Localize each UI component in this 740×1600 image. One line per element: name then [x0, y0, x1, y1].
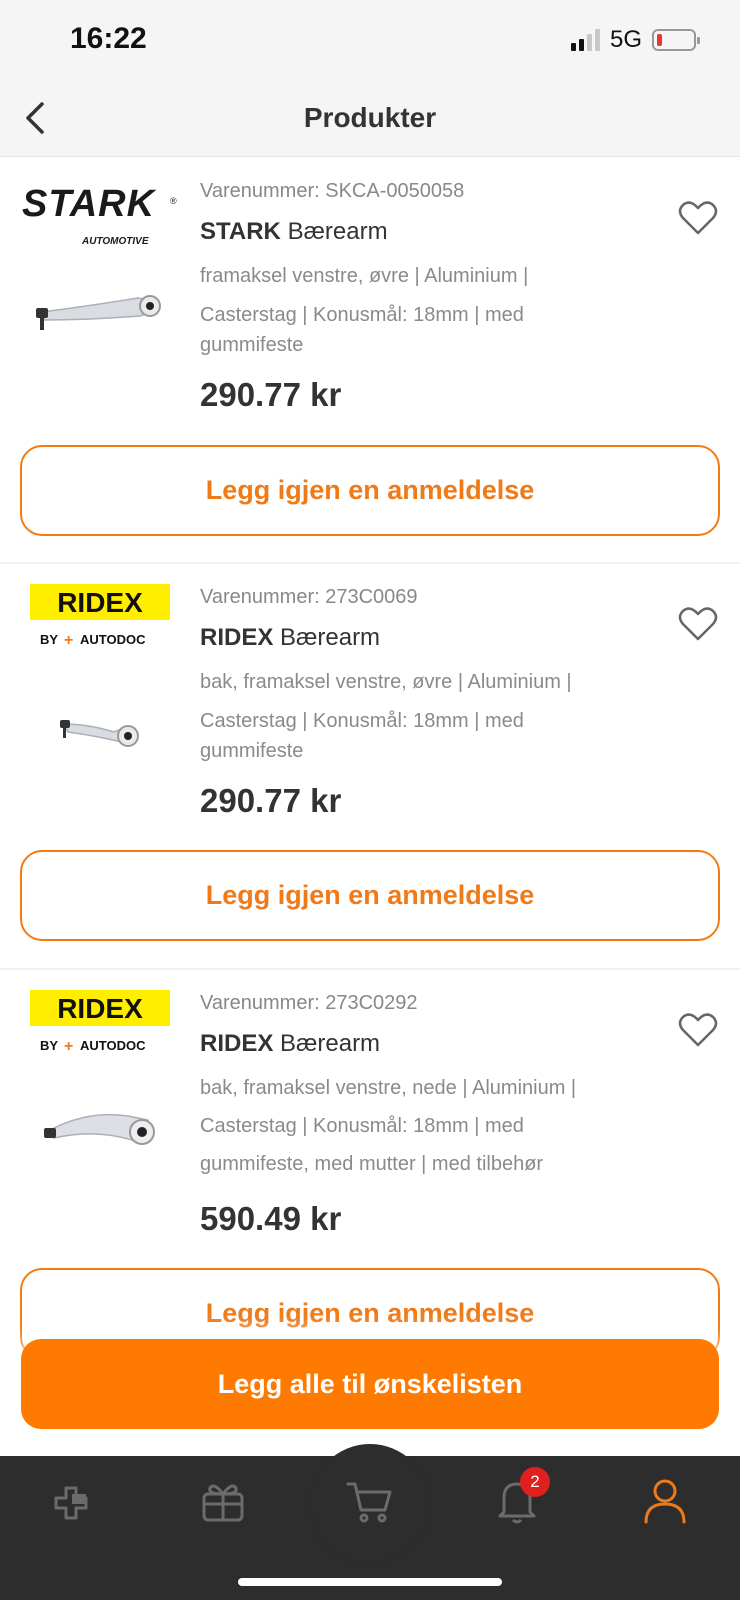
svg-text:AUTOMOTIVE: AUTOMOTIVE — [81, 236, 149, 246]
product-brand: STARK — [200, 218, 281, 245]
product-brand: RIDEX — [200, 1030, 274, 1057]
svg-text:AUTODOC: AUTODOC — [80, 632, 146, 647]
status-indicators: 5G — [570, 26, 700, 54]
stark-logo: STARK ® AUTOMOTIVE — [20, 176, 180, 247]
article-number: Varenummer: 273C0069 — [200, 586, 418, 608]
product-name[interactable]: RIDEX Bærearm — [200, 624, 640, 656]
page-title: Produkter — [303, 102, 437, 133]
product-price: 590.49 kr — [200, 1200, 342, 1237]
heart-icon — [678, 201, 718, 235]
heart-icon — [678, 1013, 718, 1047]
svg-text:STARK: STARK — [22, 183, 157, 225]
description-line: Casterstag | Konusmål: 18mm | med — [200, 1115, 524, 1137]
svg-text:AUTODOC: AUTODOC — [80, 1038, 146, 1053]
product-name[interactable]: STARK Bærearm — [200, 218, 640, 250]
svg-text:+: + — [64, 1038, 73, 1055]
notification-badge: 2 — [520, 1467, 550, 1497]
product-description: bak, framaksel venstre, nede | Aluminium… — [200, 1070, 640, 1182]
product-description: framaksel venstre, øvre | Aluminium | Ca… — [200, 258, 640, 360]
description-line: gummifeste — [200, 334, 304, 356]
leave-review-button[interactable]: Legg igjen en anmeldelse — [20, 850, 720, 941]
ridex-logo: RIDEX BY + AUTODOC — [20, 990, 180, 1060]
product-info: Varenummer: 273C0292 RIDEX Bærearm bak, … — [200, 992, 640, 1182]
product-description: bak, framaksel venstre, øvre | Aluminium… — [200, 664, 640, 766]
product-image[interactable] — [28, 276, 168, 346]
svg-text:RIDEX: RIDEX — [57, 993, 143, 1024]
description-line: Casterstag | Konusmål: 18mm | med — [200, 304, 524, 326]
leave-review-button[interactable]: Legg igjen en anmeldelse — [20, 445, 720, 536]
wishlist-heart-button[interactable] — [678, 1012, 718, 1048]
product-card: RIDEX BY + AUTODOC Varenummer: 273C0292 … — [0, 970, 740, 1359]
description-line: gummifeste, med mutter | med tilbehør — [200, 1153, 544, 1175]
description-line: bak, framaksel venstre, øvre | Aluminium… — [200, 671, 572, 693]
network-type: 5G — [609, 26, 642, 53]
catalog-icon — [54, 1486, 88, 1520]
tab-catalog[interactable] — [50, 1476, 100, 1526]
article-number: Varenummer: 273C0292 — [200, 992, 418, 1014]
battery-icon — [652, 29, 700, 51]
product-price: 290.77 kr — [200, 782, 342, 819]
product-info: Varenummer: 273C0069 RIDEX Bærearm bak, … — [200, 586, 640, 766]
product-title: Bærearm — [287, 218, 388, 245]
product-price: 290.77 kr — [200, 376, 342, 413]
tab-gifts[interactable] — [198, 1476, 248, 1526]
article-number: Varenummer: SKCA-0050058 — [200, 180, 465, 202]
cart-icon — [346, 1482, 392, 1523]
status-bar: 16:22 5G — [0, 0, 740, 80]
description-line: framaksel venstre, øvre | Aluminium | — [200, 265, 529, 287]
wishlist-heart-button[interactable] — [678, 200, 718, 236]
tab-cart[interactable] — [345, 1476, 395, 1526]
nav-bar: Produkter — [0, 80, 740, 157]
product-title: Bærearm — [280, 1030, 381, 1057]
product-image[interactable] — [28, 1092, 168, 1162]
product-title: Bærearm — [280, 624, 381, 651]
product-card: RIDEX BY + AUTODOC Varenummer: 273C0069 … — [0, 564, 740, 968]
wishlist-heart-button[interactable] — [678, 606, 718, 642]
description-line: Casterstag | Konusmål: 18mm | med — [200, 710, 524, 732]
add-all-to-wishlist-button[interactable]: Legg alle til ønskelisten — [21, 1339, 719, 1429]
profile-icon — [644, 1479, 686, 1524]
ridex-logo: RIDEX BY + AUTODOC — [20, 584, 180, 654]
product-card: STARK ® AUTOMOTIVE Varenummer: SKCA-0050… — [0, 158, 740, 562]
product-image[interactable] — [28, 694, 168, 764]
svg-text:BY: BY — [40, 632, 58, 647]
gift-icon — [202, 1484, 244, 1522]
signal-icon — [570, 29, 600, 51]
svg-text:RIDEX: RIDEX — [57, 587, 143, 618]
heart-icon — [678, 607, 718, 641]
description-line: bak, framaksel venstre, nede | Aluminium… — [200, 1077, 577, 1099]
product-name[interactable]: RIDEX Bærearm — [200, 1030, 640, 1062]
tab-profile[interactable] — [640, 1476, 690, 1526]
svg-text:BY: BY — [40, 1038, 58, 1053]
status-time: 16:22 — [70, 22, 147, 55]
svg-text:+: + — [64, 632, 73, 649]
description-line: gummifeste — [200, 740, 304, 762]
product-brand: RIDEX — [200, 624, 274, 651]
svg-text:®: ® — [170, 196, 177, 206]
home-indicator[interactable] — [238, 1578, 502, 1586]
product-info: Varenummer: SKCA-0050058 STARK Bærearm f… — [200, 180, 640, 360]
